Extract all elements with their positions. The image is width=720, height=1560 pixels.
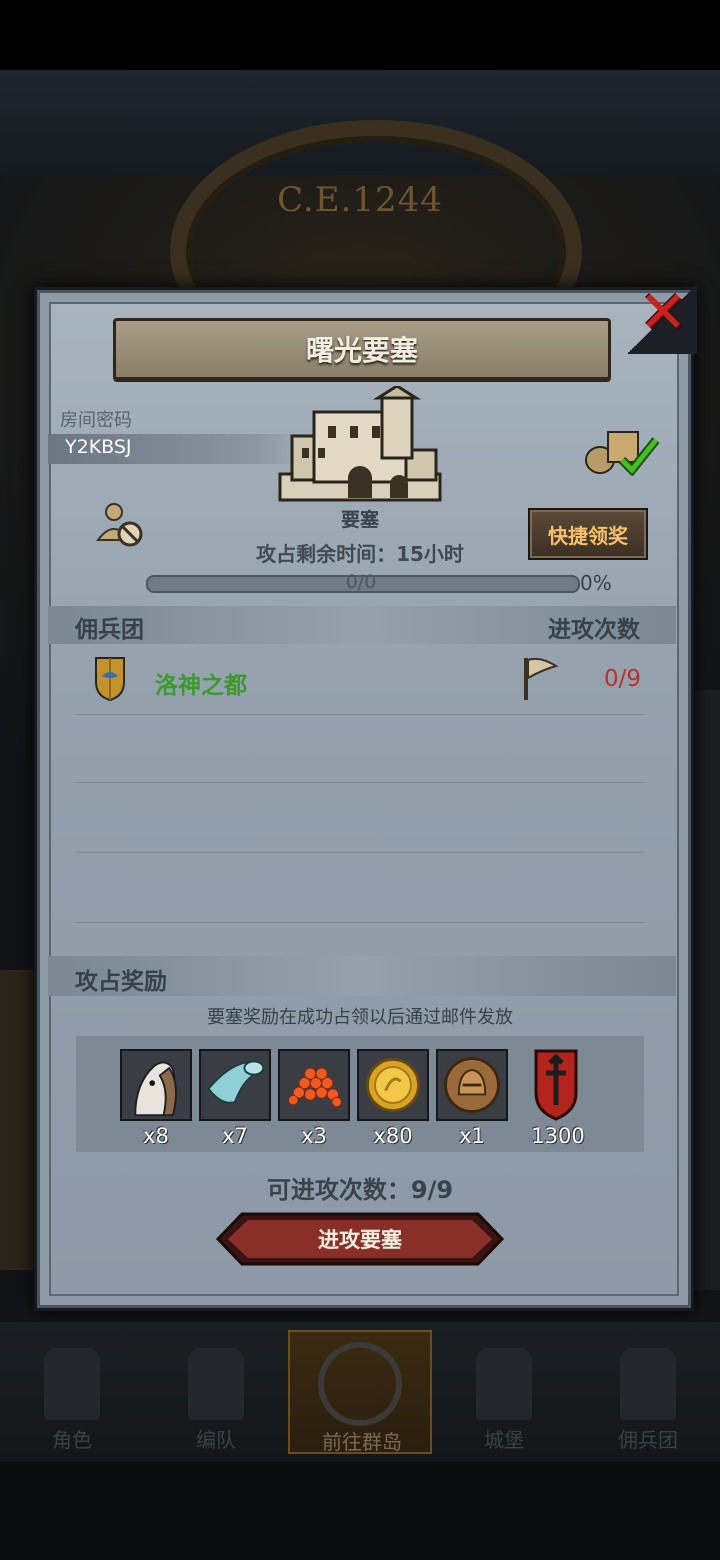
attack-button-label: 进攻要塞 <box>318 1228 402 1252</box>
cloth-icon <box>201 1051 269 1119</box>
system-nav-area <box>0 1462 720 1560</box>
loot-collected-icon[interactable] <box>584 424 664 476</box>
helmet-medal-icon <box>438 1051 506 1119</box>
reward-qty: x8 <box>143 1124 169 1148</box>
knight-icon <box>44 1348 100 1420</box>
warrior-icon <box>620 1348 676 1420</box>
reward-item-cloth[interactable] <box>199 1049 271 1121</box>
attacks-remaining: 可进攻次数：9/9 <box>266 1176 454 1204</box>
reward-item-banner[interactable] <box>520 1049 592 1121</box>
reward-qty: x7 <box>222 1124 248 1148</box>
reward-item-horse[interactable] <box>120 1049 192 1121</box>
close-icon: ✕ <box>638 278 688 346</box>
reward-item-gold[interactable] <box>357 1049 429 1121</box>
reward-title: 攻占奖励 <box>75 969 167 995</box>
progress-percent: 0% <box>580 571 612 595</box>
attack-count: 0/9 <box>604 666 642 692</box>
caviar-icon <box>280 1051 348 1119</box>
progress-count: 0/0 <box>345 571 377 593</box>
horse-icon <box>122 1051 190 1119</box>
attack-fortress-button[interactable]: 进攻要塞 <box>215 1212 505 1266</box>
nav-label: 城堡 <box>484 1428 524 1452</box>
nav-label: 角色 <box>52 1428 92 1452</box>
title-plate: 曙光要塞 <box>113 318 611 380</box>
table-row-empty <box>76 854 644 923</box>
reward-qty: x80 <box>373 1124 413 1148</box>
nav-role[interactable]: 角色 <box>0 1330 144 1454</box>
header-attack-count: 进攻次数 <box>548 617 640 643</box>
room-code[interactable]: Y2KBSJ <box>65 436 132 458</box>
guild-name: 洛神之都 <box>155 673 247 699</box>
reward-qty: 1300 <box>531 1124 585 1148</box>
nav-label: 佣兵团 <box>618 1428 678 1452</box>
room-password-label: 房间密码 <box>60 410 132 431</box>
reward-qty: x3 <box>301 1124 327 1148</box>
castle-icon <box>278 386 442 502</box>
nav-castle[interactable]: 城堡 <box>432 1330 576 1454</box>
era-text: C.E.1244 <box>277 180 443 220</box>
remaining-time: 攻占剩余时间：15小时 <box>256 542 464 566</box>
header-mercenary: 佣兵团 <box>75 617 144 643</box>
flag-icon <box>524 657 559 700</box>
compass-icon <box>318 1342 402 1426</box>
table-row-empty <box>76 784 644 853</box>
helmet-icon <box>188 1348 244 1420</box>
castle-nav-icon <box>476 1348 532 1420</box>
nav-label: 前往群岛 <box>322 1430 402 1454</box>
gold-coin-icon <box>359 1051 427 1119</box>
nav-label: 编队 <box>196 1428 236 1452</box>
reward-qty: x1 <box>459 1124 485 1148</box>
nav-islands[interactable]: 前往群岛 <box>288 1330 432 1454</box>
reward-note: 要塞奖励在成功占领以后通过邮件发放 <box>207 1007 513 1028</box>
dialog-title: 曙光要塞 <box>305 334 418 367</box>
guild-shield-icon <box>95 657 125 702</box>
status-bar-area <box>0 0 720 70</box>
guild-banner-icon <box>534 1049 578 1121</box>
table-row-empty <box>76 714 644 783</box>
reward-item-caviar[interactable] <box>278 1049 350 1121</box>
nav-mercenary[interactable]: 佣兵团 <box>576 1330 720 1454</box>
reward-item-medal[interactable] <box>436 1049 508 1121</box>
nav-formation[interactable]: 编队 <box>144 1330 288 1454</box>
close-button[interactable]: ✕ <box>636 278 690 346</box>
